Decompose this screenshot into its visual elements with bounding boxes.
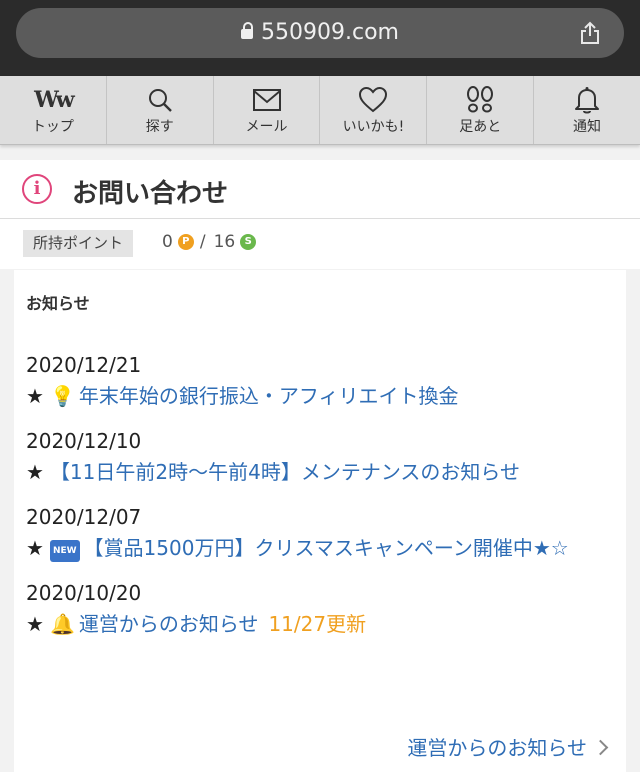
- update-note: 11/27更新: [268, 612, 367, 636]
- news-link[interactable]: ★ 【11日午前2時〜午前4時】メンテナンスのお知らせ: [26, 456, 614, 488]
- chevron-right-icon: [592, 739, 609, 756]
- star-icon: ★: [26, 612, 44, 636]
- more-link-label: 運営からのお知らせ: [407, 736, 587, 760]
- news-date: 2020/10/20: [26, 581, 142, 605]
- main-nav: Ww トップ 探す メール いいかも! 足あと 通知: [0, 76, 640, 145]
- page-title: お問い合わせ: [72, 179, 229, 209]
- star-icon: ★: [26, 460, 44, 484]
- list-item: 2020/12/21 ★ 💡 年末年始の銀行振込・アフィリエイト換金: [26, 350, 614, 412]
- nav-label-like: いいかも!: [342, 118, 405, 135]
- news-link[interactable]: ★ 🔔 運営からのお知らせ 11/27更新: [26, 608, 614, 640]
- star-icon: ★: [26, 536, 44, 560]
- heart-icon: [359, 85, 388, 115]
- star-icon: ★: [26, 384, 44, 408]
- s-points-value: 16: [213, 232, 236, 252]
- news-text[interactable]: 運営からのお知らせ: [79, 612, 259, 636]
- news-text[interactable]: 【11日午前2時〜午前4時】メンテナンスのお知らせ: [50, 460, 520, 484]
- mail-icon: [252, 85, 281, 115]
- nav-notify[interactable]: 通知: [534, 76, 640, 144]
- s-coin-icon: S: [240, 234, 257, 250]
- nav-top[interactable]: Ww トップ: [0, 76, 107, 144]
- address-bar[interactable]: 550909.com: [16, 8, 624, 58]
- list-item: 2020/10/20 ★ 🔔 運営からのお知らせ 11/27更新: [26, 578, 614, 640]
- news-text[interactable]: 【賞品1500万円】クリスマスキャンペーン開催中★☆: [84, 536, 569, 560]
- nav-like[interactable]: いいかも!: [320, 76, 428, 144]
- points-values: 0 P / 16 S: [162, 232, 262, 252]
- bell-icon: [574, 85, 600, 115]
- notices-panel: お知らせ 2020/12/21 ★ 💡 年末年始の銀行振込・アフィリエイト換金 20…: [14, 270, 626, 772]
- search-icon: [147, 85, 173, 115]
- lock-icon: [241, 22, 254, 39]
- list-item: 2020/12/10 ★ 【11日午前2時〜午前4時】メンテナンスのお知らせ: [26, 426, 614, 488]
- nav-label-search: 探す: [145, 118, 174, 135]
- news-link[interactable]: ★ 💡 年末年始の銀行振込・アフィリエイト換金: [26, 380, 614, 412]
- news-date: 2020/12/10: [26, 429, 142, 453]
- p-coin-icon: P: [177, 234, 194, 250]
- nav-label-notify: 通知: [573, 118, 602, 135]
- points-separator: /: [199, 232, 206, 252]
- news-date: 2020/12/21: [26, 353, 142, 377]
- news-list: 2020/12/21 ★ 💡 年末年始の銀行振込・アフィリエイト換金 2020/12…: [26, 350, 614, 654]
- info-icon: i: [22, 174, 52, 204]
- new-badge-icon: NEW: [49, 540, 80, 562]
- page-header: i お問い合わせ: [0, 160, 640, 219]
- news-text[interactable]: 年末年始の銀行振込・アフィリエイト換金: [79, 384, 459, 408]
- p-points-value: 0: [162, 232, 173, 252]
- nav-mail[interactable]: メール: [214, 76, 321, 144]
- lightbulb-icon: 💡: [49, 384, 75, 408]
- ww-logo-icon: Ww: [34, 86, 75, 113]
- points-bar: 所持ポイント 0 P / 16 S: [0, 219, 640, 269]
- points-label: 所持ポイント: [23, 230, 134, 257]
- nav-label-footprints: 足あと: [459, 118, 502, 135]
- browser-chrome: 550909.com: [0, 0, 640, 76]
- nav-footprints[interactable]: 足あと: [427, 76, 535, 144]
- bell-icon: 🔔: [49, 612, 75, 636]
- footprints-icon: [465, 85, 495, 115]
- news-date: 2020/12/07: [26, 505, 142, 529]
- nav-label-top: トップ: [31, 118, 74, 135]
- url-display[interactable]: 550909.com: [16, 20, 624, 45]
- news-link[interactable]: ★ NEW 【賞品1500万円】クリスマスキャンペーン開催中★☆: [26, 532, 614, 564]
- share-icon[interactable]: [578, 21, 602, 45]
- nav-label-mail: メール: [245, 118, 288, 135]
- more-notices-link[interactable]: 運営からのお知らせ: [407, 732, 609, 761]
- url-text: 550909.com: [261, 20, 399, 45]
- notices-title: お知らせ: [26, 294, 90, 313]
- nav-search[interactable]: 探す: [107, 76, 214, 144]
- list-item: 2020/12/07 ★ NEW 【賞品1500万円】クリスマスキャンペーン開催中★…: [26, 502, 614, 564]
